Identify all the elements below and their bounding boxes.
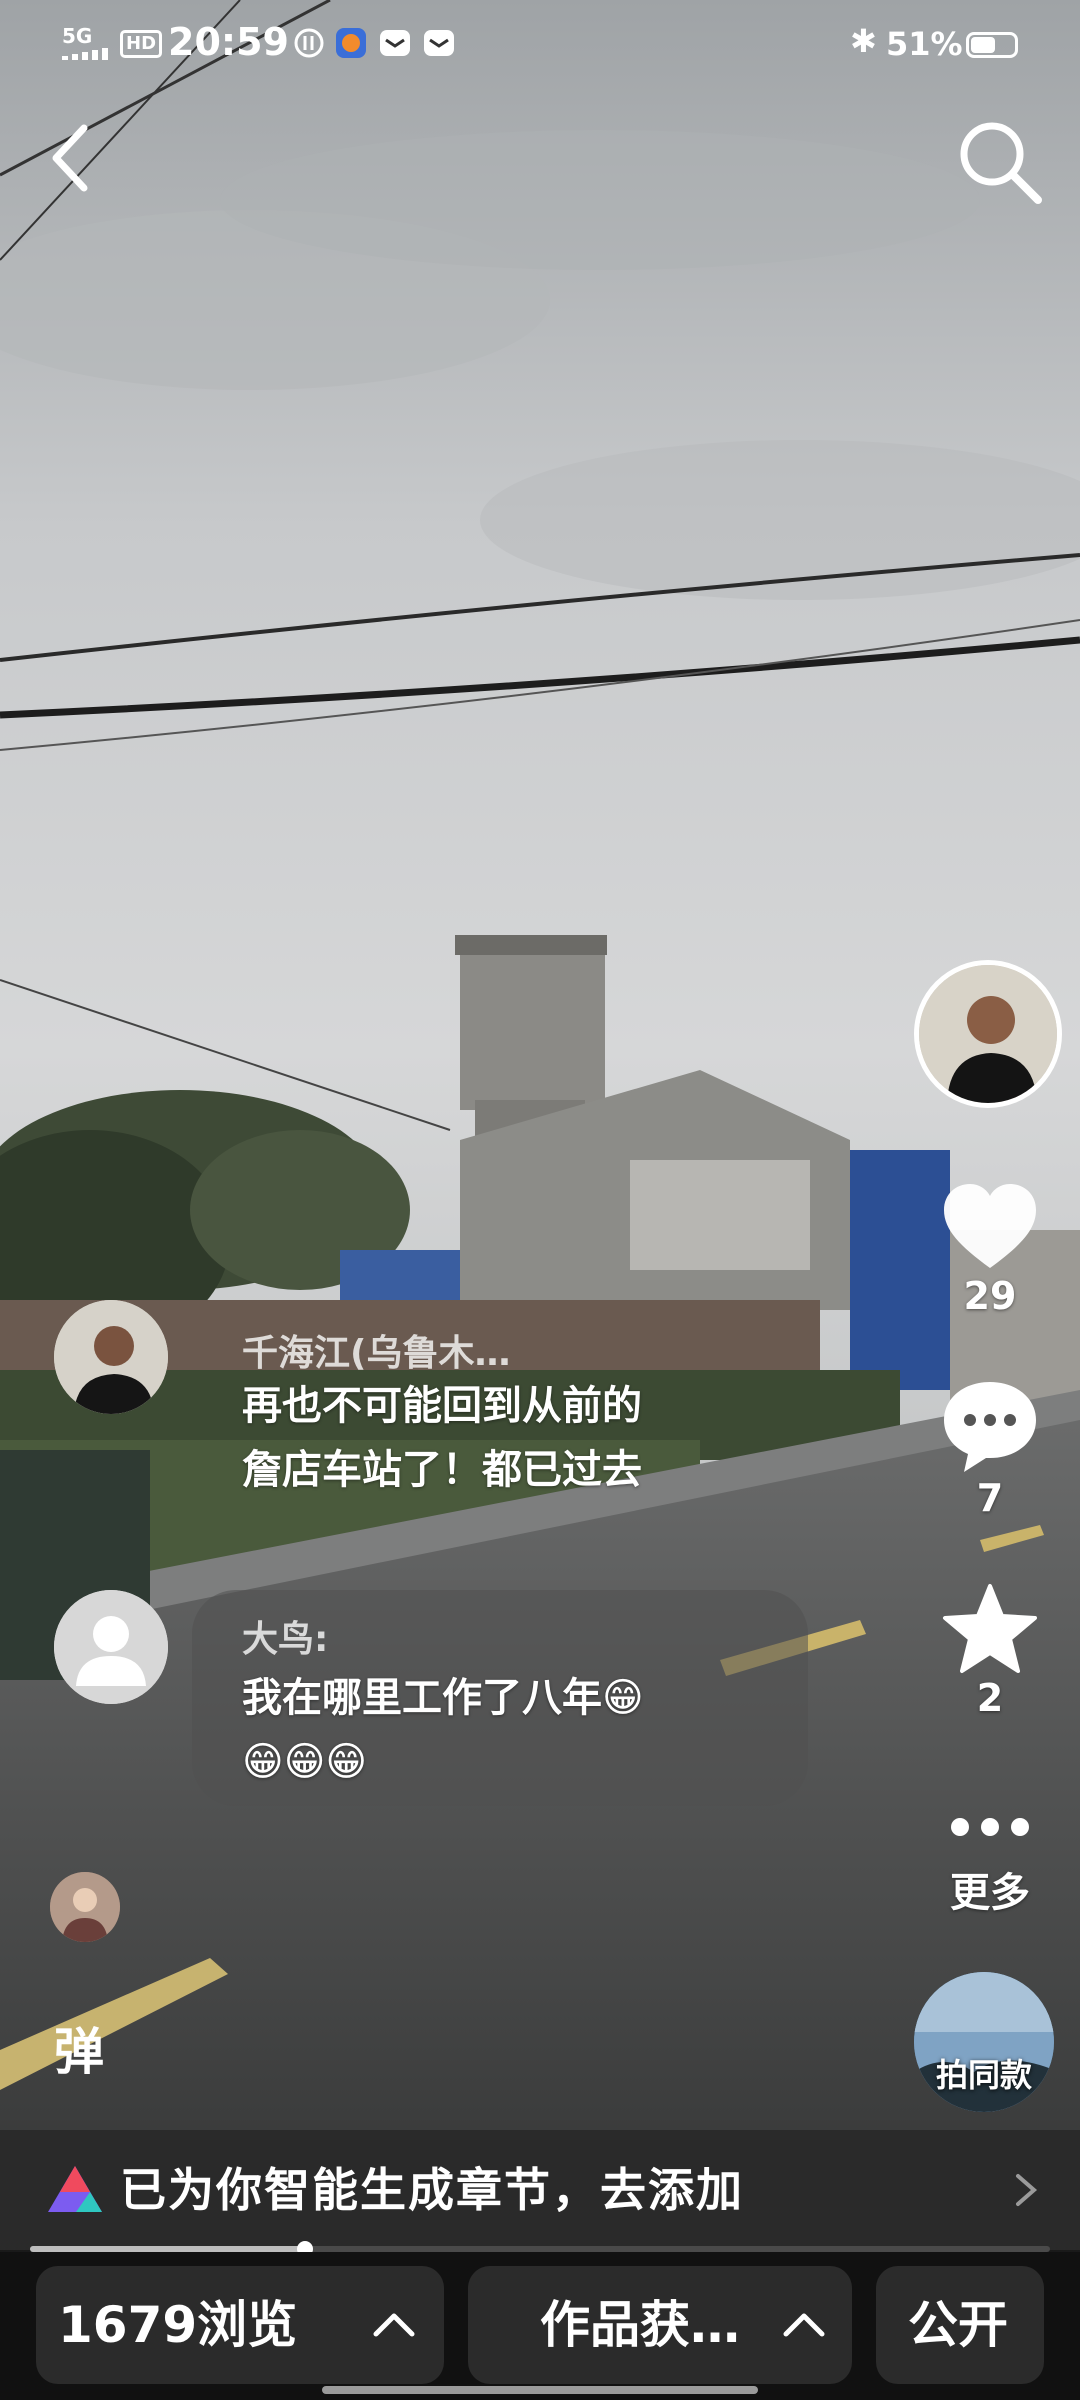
- more-dots-icon: [951, 1818, 1029, 1836]
- game-app-icon: [336, 28, 366, 58]
- visibility-button[interactable]: 公开: [876, 2266, 1044, 2384]
- person-avatar-icon: [54, 1300, 168, 1414]
- commenter-avatar[interactable]: [54, 1590, 168, 1704]
- chevron-up-icon: [373, 2313, 415, 2337]
- video-frame[interactable]: [0, 0, 1080, 2130]
- comment-text: 再也不可能回到从前的: [242, 1383, 642, 1429]
- bottom-bar: 1679浏览 作品获… 公开: [0, 2252, 1080, 2400]
- chapter-banner[interactable]: 已为你智能生成章节，去添加: [0, 2130, 1080, 2250]
- signal-strength-icon: [62, 48, 108, 60]
- person-avatar-icon: [50, 1872, 120, 1942]
- favorite-button[interactable]: 2: [930, 1582, 1050, 1720]
- star-icon: [943, 1584, 1037, 1673]
- views-button[interactable]: 1679浏览: [36, 2266, 444, 2384]
- message-notification-icon: [424, 30, 454, 56]
- views-count: 1679浏览: [58, 2296, 298, 2354]
- same-style-label: 拍同款: [935, 2056, 1032, 2094]
- like-button[interactable]: 29: [930, 1180, 1050, 1318]
- more-label: 更多: [950, 1870, 1030, 1916]
- chapter-logo-icon: [48, 2166, 102, 2212]
- battery-icon: [966, 32, 1018, 58]
- clock: 20:59: [168, 20, 289, 64]
- status-bar: 5G HD 20:59 ✱ 51%: [0, 0, 1080, 90]
- chapter-banner-text: 已为你智能生成章节，去添加: [120, 2163, 744, 2217]
- battery-percent: 51%: [886, 25, 963, 63]
- search-icon[interactable]: [954, 116, 1046, 208]
- home-indicator[interactable]: [322, 2386, 758, 2394]
- person-avatar-icon: [919, 965, 1057, 1103]
- comment-author: 千海江(乌鲁木…: [242, 1333, 511, 1374]
- heart-icon: [944, 1184, 1036, 1268]
- danmu-toggle[interactable]: 弹: [54, 2012, 104, 2084]
- favorite-count: 2: [976, 1676, 1004, 1720]
- bluetooth-icon: ✱: [850, 22, 877, 60]
- chevron-up-icon: [783, 2313, 825, 2337]
- comment-text: 詹店车站了！都已过去: [242, 1447, 642, 1493]
- more-button[interactable]: 更多: [930, 1812, 1050, 1918]
- like-count: 29: [963, 1274, 1017, 1318]
- comment-author: 大鸟:: [242, 1619, 329, 1660]
- data-saver-icon: [294, 28, 324, 58]
- visibility-label: 公开: [908, 2296, 1008, 2354]
- comment-button[interactable]: 7: [930, 1378, 1050, 1520]
- same-style-button[interactable]: 拍同款: [914, 1972, 1054, 2112]
- hd-voice-badge: HD: [120, 30, 163, 58]
- works-stats-button[interactable]: 作品获…: [468, 2266, 852, 2384]
- viewer-avatar[interactable]: [50, 1872, 120, 1942]
- street-scene-image: [0, 0, 1080, 2130]
- works-label: 作品获…: [540, 2296, 740, 2354]
- comment-text: 😁😁😁: [242, 1739, 368, 1785]
- back-arrow-icon[interactable]: [44, 118, 104, 198]
- comment-text: 我在哪里工作了八年😁: [242, 1675, 644, 1721]
- network-type: 5G: [62, 24, 93, 48]
- chevron-right-icon: [1016, 2174, 1038, 2206]
- comment-count: 7: [976, 1476, 1004, 1520]
- comment-bubble-icon: [944, 1382, 1036, 1472]
- author-avatar[interactable]: [914, 960, 1062, 1108]
- commenter-avatar[interactable]: [54, 1300, 168, 1414]
- message-notification-icon: [380, 30, 410, 56]
- default-user-icon: [54, 1590, 168, 1704]
